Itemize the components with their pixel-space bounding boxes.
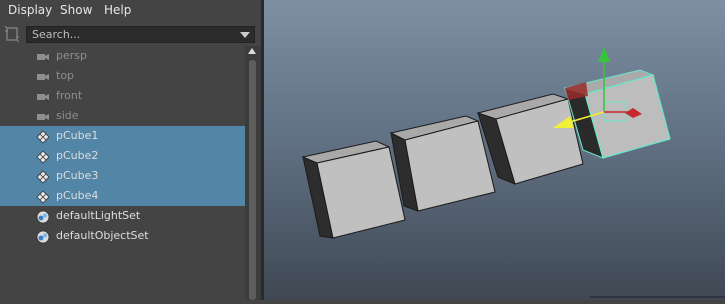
set-icon: [36, 209, 50, 224]
filter-toggle-icon[interactable]: [4, 26, 20, 42]
search-input[interactable]: Search...: [26, 26, 255, 43]
outliner-item-label: defaultLightSet: [56, 209, 141, 222]
mesh-icon: [36, 149, 50, 164]
cube-mesh[interactable]: [389, 115, 496, 212]
outliner-scrollbar[interactable]: [245, 46, 261, 300]
search-row: Search...: [0, 24, 261, 46]
outliner-list: persp top front side pCube1 pCube2 pCube3 pCube…: [0, 46, 245, 300]
viewport-3d[interactable]: [264, 0, 725, 300]
outliner-item-label: pCube1: [56, 129, 99, 142]
outliner-item-pcube4[interactable]: pCube4: [0, 186, 245, 206]
search-placeholder: Search...: [32, 28, 81, 41]
scroll-up-arrow-icon[interactable]: [248, 48, 256, 54]
outliner-item-label: top: [56, 69, 75, 82]
outliner-item-label: pCube3: [56, 169, 99, 182]
set-icon: [36, 229, 50, 244]
camera-icon: [36, 49, 50, 63]
mesh-icon: [36, 129, 50, 144]
mesh-icon: [36, 169, 50, 184]
outliner-item-label: persp: [56, 49, 87, 62]
mesh-icon: [36, 189, 50, 204]
outliner-item-side[interactable]: side: [0, 106, 245, 126]
menu-display[interactable]: Display: [8, 3, 52, 17]
cube-mesh[interactable]: [476, 93, 584, 185]
camera-icon: [36, 69, 50, 83]
outliner-item-label: pCube2: [56, 149, 99, 162]
outliner-panel: Display Show Help Search... persp top fron…: [0, 0, 261, 300]
outliner-item-defaultlightset[interactable]: defaultLightSet: [0, 206, 245, 226]
cube-mesh-active[interactable]: [563, 69, 671, 159]
outliner-item-pcube1[interactable]: pCube1: [0, 126, 245, 146]
outliner-item-label: side: [56, 109, 79, 122]
outliner-item-defaultobjectset[interactable]: defaultObjectSet: [0, 226, 245, 246]
outliner-item-pcube3[interactable]: pCube3: [0, 166, 245, 186]
outliner-menubar: Display Show Help: [0, 0, 261, 22]
outliner-item-label: pCube4: [56, 189, 99, 202]
outliner-item-persp[interactable]: persp: [0, 46, 245, 66]
menu-show[interactable]: Show: [60, 3, 92, 17]
scroll-thumb[interactable]: [249, 60, 256, 300]
outliner-item-top[interactable]: top: [0, 66, 245, 86]
viewport-scene: [301, 47, 725, 298]
outliner-item-label: defaultObjectSet: [56, 229, 149, 242]
cube-mesh[interactable]: [301, 140, 406, 239]
camera-icon: [36, 109, 50, 123]
menu-help[interactable]: Help: [104, 3, 131, 17]
search-dropdown-icon[interactable]: [240, 32, 250, 38]
outliner-item-front[interactable]: front: [0, 86, 245, 106]
camera-icon: [36, 89, 50, 103]
outliner-item-label: front: [56, 89, 83, 102]
outliner-item-pcube2[interactable]: pCube2: [0, 146, 245, 166]
